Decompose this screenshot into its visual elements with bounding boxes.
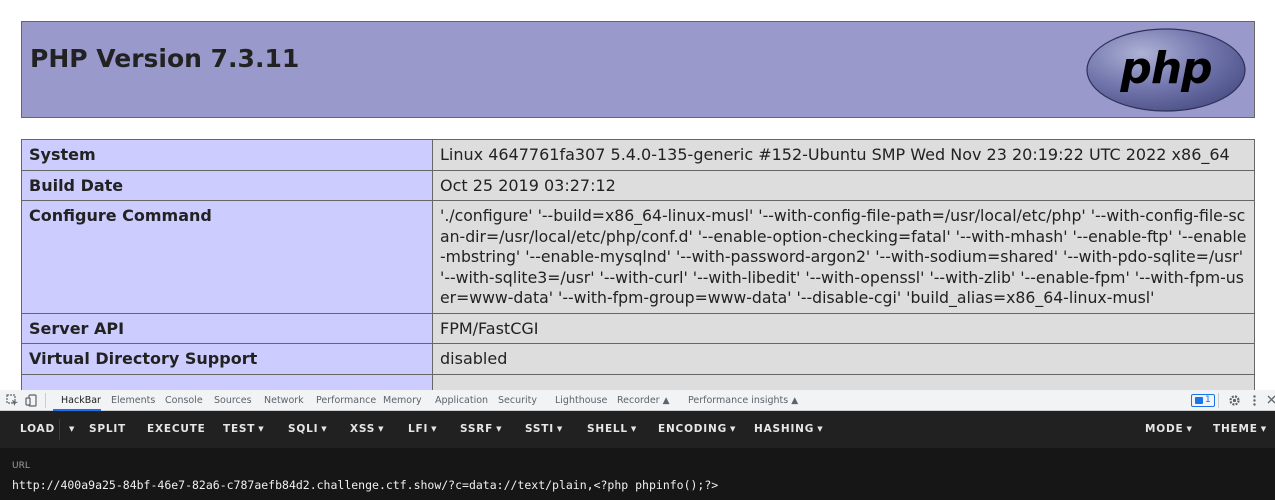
url-input[interactable]: http://400a9a25-84bf-46e7-82a6-c787aefb8… (12, 478, 718, 492)
caret-down-icon: ▼ (817, 425, 824, 433)
svg-text:php: php (1119, 43, 1211, 94)
tab-network[interactable]: Network (264, 395, 304, 406)
table-row: Build Date Oct 25 2019 03:27:12 (21, 169, 1255, 201)
caret-down-icon: ▼ (69, 425, 76, 433)
mode-menu[interactable]: MODE ▼ (1145, 423, 1193, 435)
load-dropdown-button[interactable]: ▼ (66, 423, 75, 435)
tab-sources[interactable]: Sources (214, 395, 252, 406)
experimental-flask-icon: ▲ (791, 396, 799, 406)
row-key: Server API (21, 312, 433, 344)
devtools-panel: HackBar Elements Console Sources Network… (0, 390, 1275, 500)
table-row: System Linux 4647761fa307 5.4.0-135-gene… (21, 139, 1255, 171)
theme-menu[interactable]: THEME ▼ (1213, 423, 1267, 435)
caret-down-icon: ▼ (630, 425, 638, 433)
tab-console[interactable]: Console (165, 395, 203, 406)
ssti-menu[interactable]: SSTI ▼ (525, 423, 563, 435)
lfi-menu[interactable]: LFI ▼ (408, 423, 437, 435)
issues-badge[interactable]: 1 (1191, 394, 1215, 407)
device-toolbar-icon[interactable] (25, 394, 38, 407)
caret-down-icon: ▼ (730, 425, 737, 433)
tab-application[interactable]: Application (435, 395, 488, 406)
row-value: Linux 4647761fa307 5.4.0-135-generic #15… (432, 139, 1255, 171)
ssrf-menu[interactable]: SSRF ▼ (460, 423, 502, 435)
phpinfo-table: System Linux 4647761fa307 5.4.0-135-gene… (21, 139, 1255, 405)
url-label: URL (12, 461, 30, 471)
table-row: Server API FPM/FastCGI (21, 312, 1255, 344)
row-value: Oct 25 2019 03:27:12 (432, 169, 1255, 201)
shell-menu[interactable]: SHELL ▼ (587, 423, 637, 435)
caret-down-icon: ▼ (378, 425, 385, 433)
execute-button[interactable]: EXECUTE (147, 423, 206, 435)
caret-down-icon: ▼ (1260, 425, 1267, 433)
row-key: Build Date (21, 169, 433, 201)
tab-recorder[interactable]: Recorder ▲ (617, 395, 670, 406)
xss-menu[interactable]: XSS ▼ (350, 423, 384, 435)
table-row: Configure Command './configure' '--build… (21, 200, 1255, 314)
row-key: Virtual Directory Support (21, 343, 433, 375)
tab-lighthouse[interactable]: Lighthouse (555, 395, 607, 406)
inspect-element-icon[interactable] (6, 394, 19, 407)
more-options-icon[interactable] (1248, 394, 1261, 407)
url-area: URL http://400a9a25-84bf-46e7-82a6-c787a… (0, 448, 1275, 500)
hackbar-toolbar: LOAD ▼ SPLIT EXECUTE TEST ▼ SQLI ▼ XSS ▼ LF… (0, 411, 1275, 448)
row-key: System (21, 139, 433, 171)
issues-icon (1195, 397, 1203, 404)
experimental-flask-icon: ▲ (662, 396, 670, 406)
tab-hackbar[interactable]: HackBar (61, 395, 101, 406)
tab-security[interactable]: Security (498, 395, 537, 406)
split-button[interactable]: SPLIT (89, 423, 126, 435)
hashing-menu[interactable]: HASHING ▼ (754, 423, 823, 435)
php-header: PHP Version 7.3.11 php (21, 21, 1255, 118)
encoding-menu[interactable]: ENCODING ▼ (658, 423, 736, 435)
php-logo: php (1086, 28, 1246, 112)
close-icon[interactable] (1266, 394, 1275, 407)
test-menu[interactable]: TEST ▼ (223, 423, 264, 435)
row-value: disabled (432, 343, 1255, 375)
caret-down-icon: ▼ (258, 425, 265, 433)
caret-down-icon: ▼ (496, 425, 503, 433)
caret-down-icon: ▼ (431, 425, 438, 433)
caret-down-icon: ▼ (321, 425, 328, 433)
sqli-menu[interactable]: SQLI ▼ (288, 423, 327, 435)
devtools-tab-bar: HackBar Elements Console Sources Network… (0, 390, 1275, 411)
load-button[interactable]: LOAD (20, 423, 55, 435)
row-key: Configure Command (21, 200, 433, 314)
settings-icon[interactable] (1228, 394, 1241, 407)
table-row: Virtual Directory Support disabled (21, 343, 1255, 375)
caret-down-icon: ▼ (1186, 425, 1193, 433)
tab-performance-insights[interactable]: Performance insights ▲ (688, 395, 798, 406)
caret-down-icon: ▼ (556, 425, 564, 433)
tab-memory[interactable]: Memory (383, 395, 422, 406)
row-value: './configure' '--build=x86_64-linux-musl… (432, 200, 1255, 314)
page-title: PHP Version 7.3.11 (30, 44, 300, 73)
tab-performance[interactable]: Performance (316, 395, 376, 406)
tab-elements[interactable]: Elements (111, 395, 155, 406)
row-value: FPM/FastCGI (432, 312, 1255, 344)
